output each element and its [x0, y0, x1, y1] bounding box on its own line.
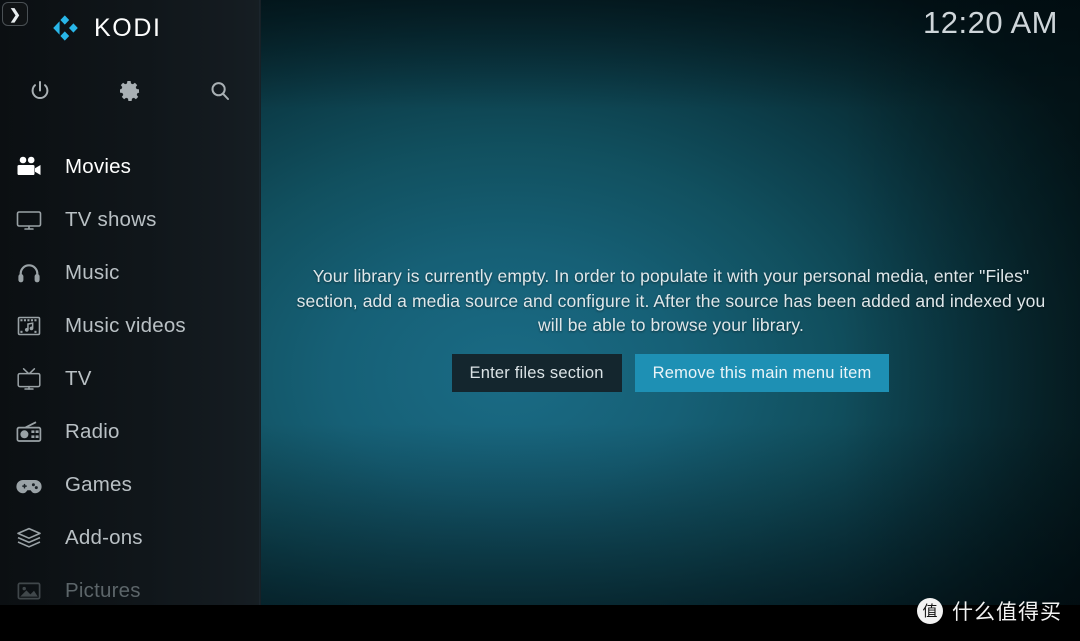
gamepad-icon	[9, 468, 49, 502]
sidebar-item-music-videos[interactable]: Music videos	[0, 299, 261, 352]
kodi-screen: Your library is currently empty. In orde…	[0, 0, 1080, 641]
sidebar-item-games[interactable]: Games	[0, 458, 261, 511]
sidebar-menu: Movies TV shows Music Music videos TV Ra…	[0, 140, 261, 605]
movie-camera-icon	[9, 150, 49, 184]
sidebar-item-music[interactable]: Music	[0, 246, 261, 299]
kodi-logo-mark	[53, 15, 78, 41]
kodi-logo: KODI	[50, 12, 162, 44]
gear-icon[interactable]	[113, 74, 147, 108]
sidebar-item-tv-shows[interactable]: TV shows	[0, 193, 261, 246]
sidebar-item-movies[interactable]: Movies	[0, 140, 261, 193]
sidebar-item-label: Music videos	[65, 313, 186, 337]
kodi-window: Your library is currently empty. In orde…	[0, 0, 1080, 605]
addon-box-icon	[9, 521, 49, 555]
sidebar-item-label: TV	[65, 366, 92, 390]
empty-library-message: Your library is currently empty. In orde…	[296, 266, 1046, 335]
tv-monitor-icon	[9, 203, 49, 237]
expand-sidebar-button[interactable]: ❯	[2, 2, 28, 26]
power-icon[interactable]	[23, 74, 57, 108]
sidebar-item-label: Movies	[65, 154, 132, 178]
search-icon[interactable]	[203, 74, 237, 108]
clock: 12:20 AM	[923, 5, 1058, 40]
main-content: Your library is currently empty. In orde…	[261, 0, 1080, 605]
watermark: 值 什么值得买	[917, 596, 1062, 626]
remove-main-menu-item-button[interactable]: Remove this main menu item	[634, 354, 890, 392]
watermark-text: 什么值得买	[952, 600, 1062, 624]
sidebar-item-label: Radio	[65, 419, 120, 443]
headphones-icon	[9, 256, 49, 290]
sidebar-item-add-ons[interactable]: Add-ons	[0, 511, 261, 564]
kodi-logo-text: KODI	[94, 13, 162, 42]
sidebar-item-label: Pictures	[65, 578, 141, 602]
watermark-badge-icon: 值	[917, 598, 943, 624]
picture-icon	[9, 574, 49, 606]
sidebar-item-radio[interactable]: Radio	[0, 405, 261, 458]
sidebar-item-tv[interactable]: TV	[0, 352, 261, 405]
radio-icon	[9, 415, 49, 449]
sidebar-item-label: TV shows	[65, 207, 157, 231]
sidebar-item-label: Games	[65, 472, 133, 496]
sidebar-divider	[259, 0, 261, 605]
music-film-icon	[9, 309, 49, 343]
sidebar-item-label: Add-ons	[65, 525, 143, 549]
enter-files-section-button[interactable]: Enter files section	[451, 354, 622, 392]
sidebar-item-pictures[interactable]: Pictures	[0, 564, 261, 605]
action-button-row: Enter files section Remove this main men…	[261, 354, 1080, 392]
sidebar: KODI ❯ Movies TV shows Music Music video…	[0, 0, 261, 605]
sidebar-item-label: Music	[65, 260, 120, 284]
retro-tv-icon	[9, 362, 49, 396]
